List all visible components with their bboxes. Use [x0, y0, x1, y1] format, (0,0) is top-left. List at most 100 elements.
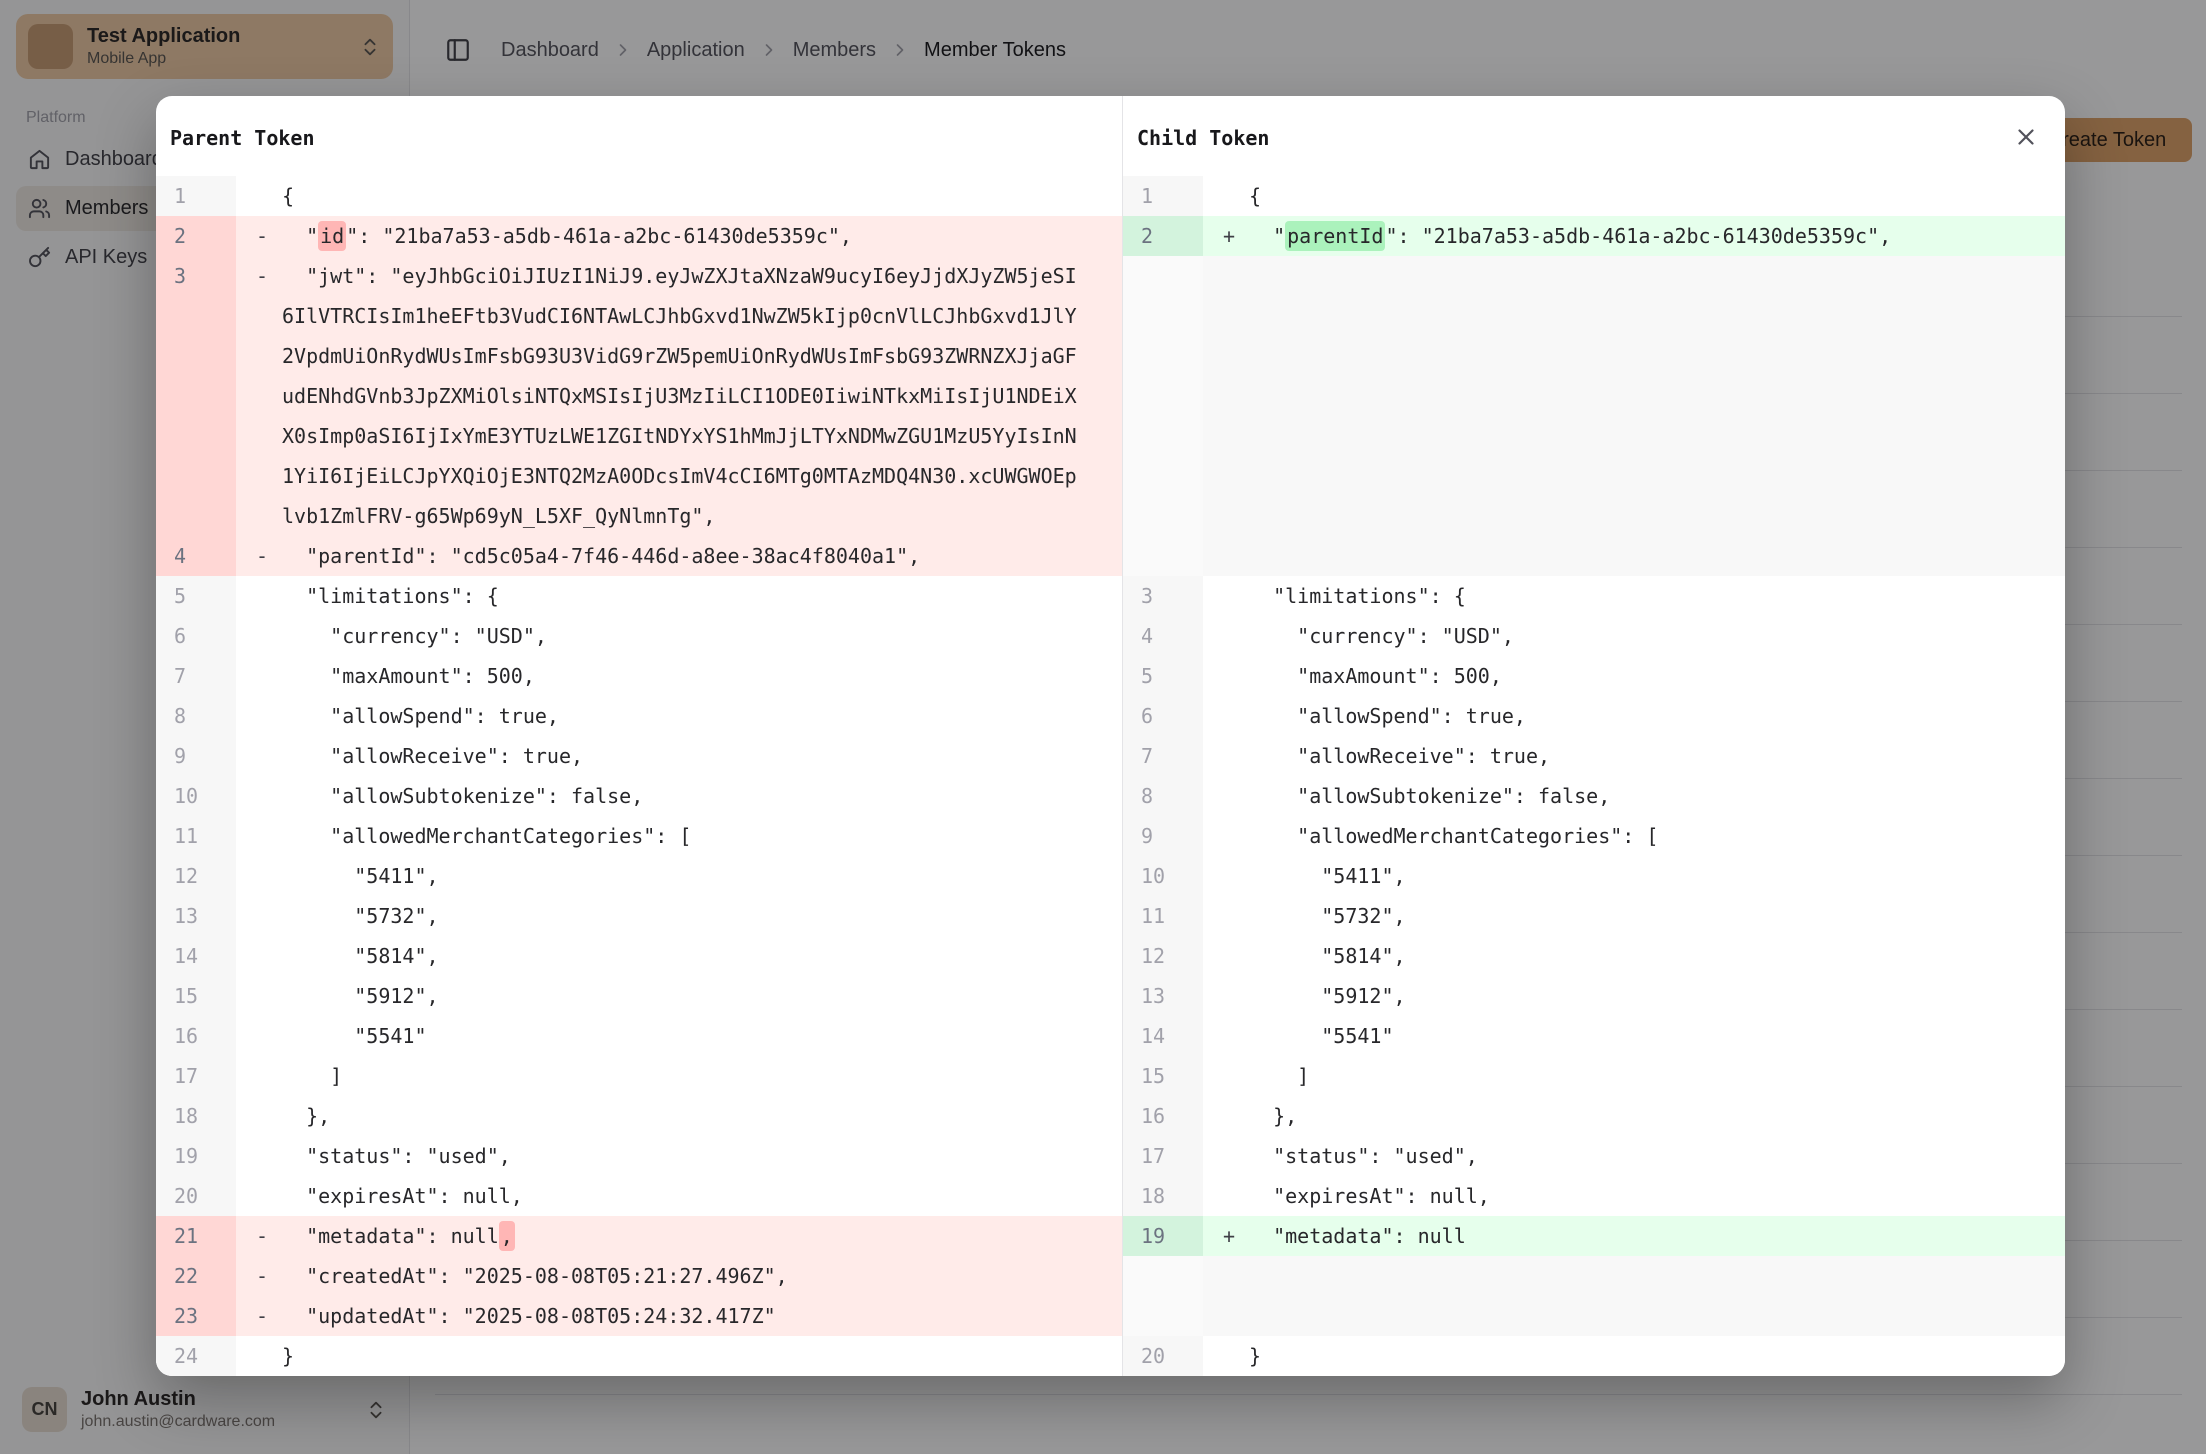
- diff-line-1: 1{: [1123, 176, 2065, 216]
- token-diff-modal: Parent Token 1{2- "id": "21ba7a53-a5db-4…: [156, 96, 2065, 1376]
- line-number: 21: [156, 1216, 236, 1256]
- diff-line-16: 16 "5541": [156, 1016, 1122, 1056]
- diff-marker: -: [236, 1216, 282, 1256]
- diff-line-14: 14 "5814",: [156, 936, 1122, 976]
- diff-line-10: 10 "5411",: [1123, 856, 2065, 896]
- diff-line-19: 19+ "metadata": null: [1123, 1216, 2065, 1256]
- close-button[interactable]: [2011, 122, 2041, 152]
- code-line-text: }: [1249, 1336, 2065, 1376]
- line-number: 5: [1123, 656, 1203, 696]
- diff-line-6: 6 "currency": "USD",: [156, 616, 1122, 656]
- diff-line-22: 22- "createdAt": "2025-08-08T05:21:27.49…: [156, 1256, 1122, 1296]
- diff-line-20: 20}: [1123, 1336, 2065, 1376]
- diff-line-12: 12 "5411",: [156, 856, 1122, 896]
- code-line-text: "expiresAt": null,: [1249, 1176, 2065, 1216]
- code-line-text: },: [1249, 1096, 2065, 1136]
- code-line-text: "metadata": null: [1249, 1216, 2065, 1256]
- diff-line-17: 17 ]: [156, 1056, 1122, 1096]
- diff-line-21: 21- "metadata": null,: [156, 1216, 1122, 1256]
- diff-line-11: 11 "allowedMerchantCategories": [: [156, 816, 1122, 856]
- code-line-text: "allowReceive": true,: [1249, 736, 2065, 776]
- diff-line-15: 15 "5912",: [156, 976, 1122, 1016]
- code-line-text: "5411",: [1249, 856, 2065, 896]
- diff-marker: -: [236, 216, 282, 256]
- line-number: 22: [156, 1256, 236, 1296]
- line-number: 13: [1123, 976, 1203, 1016]
- diff-marker: -: [236, 1256, 282, 1296]
- line-number: 17: [156, 1056, 236, 1096]
- code-line-text: {: [1249, 176, 2065, 216]
- line-number: 7: [156, 656, 236, 696]
- parent-token-diff: 1{2- "id": "21ba7a53-a5db-461a-a2bc-6143…: [156, 176, 1122, 1376]
- diff-line-12: 12 "5814",: [1123, 936, 2065, 976]
- line-number: 11: [156, 816, 236, 856]
- line-number: 12: [156, 856, 236, 896]
- line-number: 16: [156, 1016, 236, 1056]
- diff-line-9: 9 "allowReceive": true,: [156, 736, 1122, 776]
- line-number: 19: [1123, 1216, 1203, 1256]
- line-number: 4: [156, 536, 236, 576]
- line-number: 7: [1123, 736, 1203, 776]
- line-number: 12: [1123, 936, 1203, 976]
- code-line-text: "allowSpend": true,: [1249, 696, 2065, 736]
- code-line-text: "limitations": {: [1249, 576, 2065, 616]
- diff-line-10: 10 "allowSubtokenize": false,: [156, 776, 1122, 816]
- diff-line-13: 13 "5912",: [1123, 976, 2065, 1016]
- line-number: 13: [156, 896, 236, 936]
- line-number: 17: [1123, 1136, 1203, 1176]
- line-number: 23: [156, 1296, 236, 1336]
- inline-diff-highlight: id: [318, 221, 346, 251]
- diff-filler: [1123, 1256, 2065, 1336]
- line-number: 19: [156, 1136, 236, 1176]
- diff-line-24: 24}: [156, 1336, 1122, 1376]
- line-number: 10: [1123, 856, 1203, 896]
- diff-line-4: 4 "currency": "USD",: [1123, 616, 2065, 656]
- child-token-diff: 1{2+ "parentId": "21ba7a53-a5db-461a-a2b…: [1123, 176, 2065, 1376]
- code-line-text: "5732",: [1249, 896, 2065, 936]
- line-number: 5: [156, 576, 236, 616]
- line-number: 16: [1123, 1096, 1203, 1136]
- line-number: 6: [156, 616, 236, 656]
- parent-token-pane: Parent Token 1{2- "id": "21ba7a53-a5db-4…: [156, 96, 1122, 1376]
- line-number: [1123, 256, 1203, 576]
- code-line-text: "updatedAt": "2025-08-08T05:24:32.417Z": [282, 1296, 1122, 1336]
- line-number: 3: [1123, 576, 1203, 616]
- code-line-text: "5732",: [282, 896, 1122, 936]
- line-number: 6: [1123, 696, 1203, 736]
- diff-line-2: 2- "id": "21ba7a53-a5db-461a-a2bc-61430d…: [156, 216, 1122, 256]
- line-number: 20: [1123, 1336, 1203, 1376]
- diff-line-14: 14 "5541": [1123, 1016, 2065, 1056]
- diff-marker: +: [1203, 216, 1249, 256]
- diff-line-5: 5 "limitations": {: [156, 576, 1122, 616]
- code-line-text: {: [282, 176, 1122, 216]
- line-number: 1: [1123, 176, 1203, 216]
- diff-line-17: 17 "status": "used",: [1123, 1136, 2065, 1176]
- code-line-text: "metadata": null,: [282, 1216, 1122, 1256]
- line-number: 2: [156, 216, 236, 256]
- line-number: 2: [1123, 216, 1203, 256]
- code-line-text: "allowReceive": true,: [282, 736, 1122, 776]
- line-number: 14: [156, 936, 236, 976]
- code-line-text: "5814",: [1249, 936, 2065, 976]
- line-number: 3: [156, 256, 236, 536]
- code-line-text: "allowSubtokenize": false,: [282, 776, 1122, 816]
- code-line-text: "allowSpend": true,: [282, 696, 1122, 736]
- code-line-text: "limitations": {: [282, 576, 1122, 616]
- code-line-text: "parentId": "21ba7a53-a5db-461a-a2bc-614…: [1249, 216, 2065, 256]
- code-line-text: "maxAmount": 500,: [282, 656, 1122, 696]
- child-token-pane: Child Token 1{2+ "parentId": "21ba7a53-a…: [1122, 96, 2065, 1376]
- line-number: 9: [1123, 816, 1203, 856]
- diff-line-18: 18 "expiresAt": null,: [1123, 1176, 2065, 1216]
- diff-line-6: 6 "allowSpend": true,: [1123, 696, 2065, 736]
- parent-token-title: Parent Token: [156, 96, 1122, 176]
- line-number: 24: [156, 1336, 236, 1376]
- code-line-text: }: [282, 1336, 1122, 1376]
- code-line-text: "expiresAt": null,: [282, 1176, 1122, 1216]
- line-number: 8: [1123, 776, 1203, 816]
- code-line-text: "5814",: [282, 936, 1122, 976]
- line-number: 8: [156, 696, 236, 736]
- diff-line-13: 13 "5732",: [156, 896, 1122, 936]
- diff-line-20: 20 "expiresAt": null,: [156, 1176, 1122, 1216]
- line-number: 14: [1123, 1016, 1203, 1056]
- line-number: 18: [156, 1096, 236, 1136]
